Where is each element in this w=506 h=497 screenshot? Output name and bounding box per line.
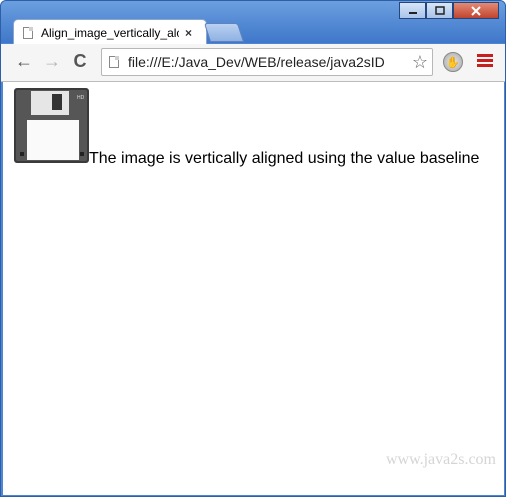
- floppy-disk-icon: HD: [14, 88, 89, 163]
- browser-window: Align_image_vertically_alc × ← → C file:…: [0, 0, 506, 497]
- new-tab-button[interactable]: [203, 23, 245, 42]
- reload-button[interactable]: C: [69, 50, 91, 72]
- browser-tab[interactable]: Align_image_vertically_alc ×: [13, 19, 207, 45]
- page-icon: [23, 26, 33, 39]
- bookmark-star-icon[interactable]: ☆: [412, 52, 428, 73]
- page-icon: [109, 56, 119, 68]
- address-url[interactable]: file:///E:/Java_Dev/WEB/release/java2sID: [128, 54, 412, 70]
- title-bar: Align_image_vertically_alc ×: [1, 1, 505, 45]
- tab-title: Align_image_vertically_alc: [41, 25, 179, 40]
- window-controls: [399, 2, 499, 21]
- reload-icon: C: [73, 50, 87, 71]
- page-content: HD The image is vertically aligned using…: [3, 82, 504, 495]
- paragraph-text: The image is vertically aligned using th…: [89, 150, 480, 167]
- forward-button[interactable]: →: [41, 50, 63, 72]
- tab-close-icon[interactable]: ×: [185, 26, 192, 40]
- minimize-button[interactable]: [399, 2, 426, 19]
- svg-text:HD: HD: [77, 95, 85, 101]
- address-bar[interactable]: file:///E:/Java_Dev/WEB/release/java2sID…: [101, 48, 433, 76]
- minimize-icon: [408, 11, 417, 14]
- maximize-icon: [434, 6, 445, 15]
- close-icon: [471, 5, 481, 16]
- watermark: www.java2s.com: [385, 451, 496, 468]
- forward-arrow-icon: →: [43, 50, 61, 71]
- close-window-button[interactable]: [453, 2, 499, 19]
- maximize-button[interactable]: [426, 2, 453, 19]
- paragraph: HD The image is vertically aligned using…: [14, 88, 479, 168]
- toolbar: ← → C file:///E:/Java_Dev/WEB/release/ja…: [1, 44, 505, 82]
- back-button[interactable]: ←: [13, 50, 35, 72]
- back-arrow-icon: ←: [15, 50, 33, 71]
- hamburger-menu-icon[interactable]: [477, 54, 493, 70]
- hand-icon[interactable]: ✋: [443, 52, 463, 72]
